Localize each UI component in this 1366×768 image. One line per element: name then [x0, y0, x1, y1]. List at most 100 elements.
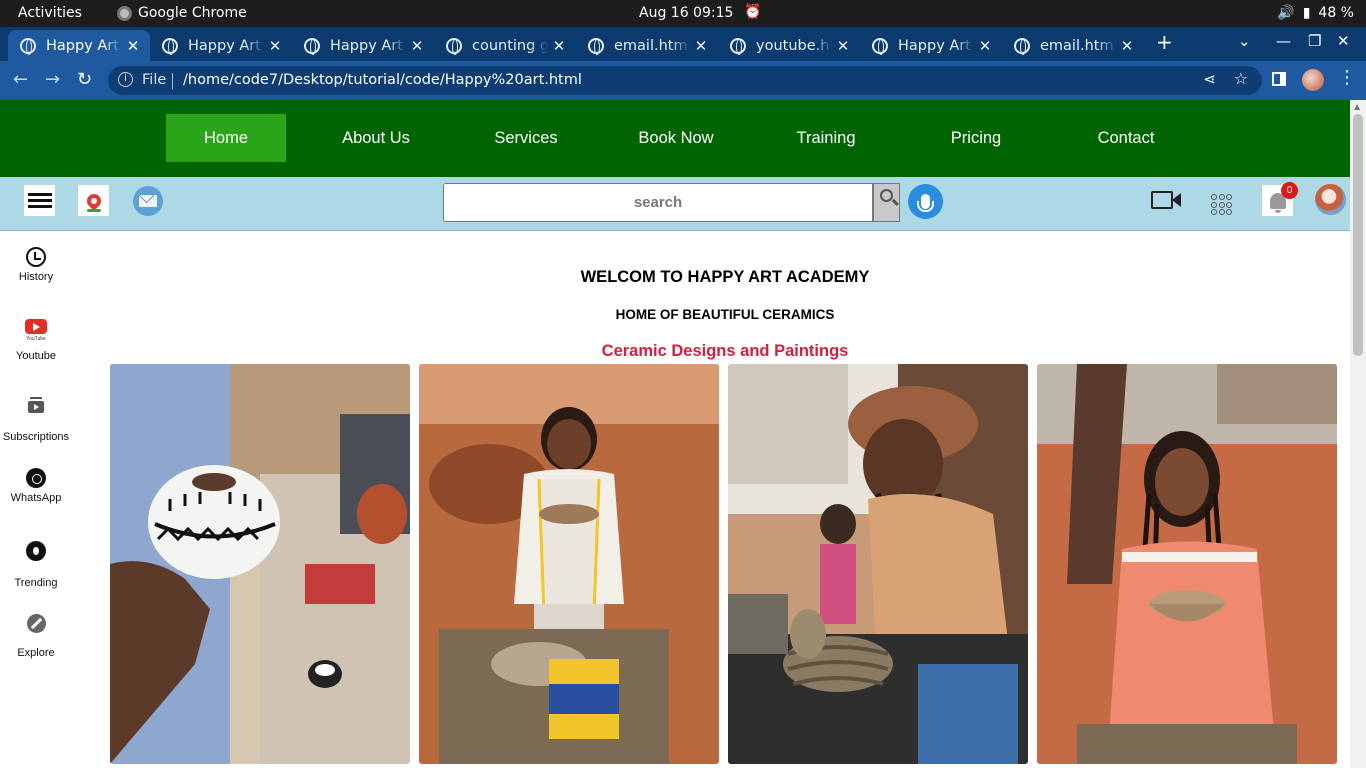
activities-button[interactable]: Activities [18, 5, 82, 21]
browser-tab[interactable]: Happy Art / ✕ [292, 30, 434, 61]
menu-kebab-icon[interactable]: ⋮ [1338, 67, 1356, 88]
browser-tab[interactable]: Happy Art / ✕ [150, 30, 292, 61]
left-sidebar: History YouTube Youtube Subscriptions Wh… [0, 231, 72, 768]
history-icon [26, 247, 46, 267]
minimize-icon[interactable]: — [1276, 32, 1291, 50]
new-tab-button[interactable]: + [1156, 30, 1173, 54]
bookmark-star-icon[interactable]: ☆ [1234, 69, 1248, 88]
sidebar-item-trending[interactable]: Trending [0, 541, 72, 589]
close-icon[interactable]: ✕ [548, 37, 570, 55]
url-text[interactable]: /home/code7/Desktop/tutorial/code/Happy%… [183, 72, 582, 88]
tab-title: Happy Art / [188, 37, 264, 54]
location-pin-icon[interactable] [78, 185, 109, 216]
address-toolbar: ← → ↻ i File /home/code7/Desktop/tutoria… [0, 61, 1366, 100]
scheme-label: File [142, 72, 167, 88]
sidebar-item-explore[interactable]: Explore [0, 614, 72, 659]
tab-title: Happy Art / [898, 37, 974, 54]
browser-tab[interactable]: counting g ✕ [434, 30, 576, 61]
web-page: Home About Us Services Book Now Training… [0, 100, 1350, 768]
reload-icon[interactable]: ↻ [77, 69, 92, 90]
scroll-up-icon[interactable]: ▲ [1354, 102, 1360, 111]
apps-grid-icon[interactable] [1211, 194, 1232, 215]
sidebar-item-subscriptions[interactable]: Subscriptions [0, 397, 72, 443]
app-menu[interactable]: Google Chrome [117, 5, 247, 21]
maximize-icon[interactable]: ❐ [1308, 32, 1321, 50]
microphone-icon [917, 194, 934, 212]
clock[interactable]: Aug 16 09:15 [639, 5, 733, 21]
hamburger-menu-icon[interactable] [24, 185, 55, 216]
mail-icon[interactable] [132, 185, 163, 216]
voice-search-button[interactable] [908, 184, 943, 219]
video-camera-icon[interactable] [1151, 191, 1173, 209]
alarm-icon: ⏰ [744, 4, 762, 20]
battery-percent: 48 % [1318, 5, 1354, 21]
subscriptions-icon [28, 397, 44, 413]
nav-home[interactable]: Home [166, 114, 286, 162]
browser-tab[interactable]: email.html ✕ [576, 30, 718, 61]
close-window-icon[interactable]: ✕ [1337, 32, 1350, 50]
address-bar[interactable]: i File /home/code7/Desktop/tutorial/code… [108, 66, 1262, 95]
tab-title: Happy Art / [330, 37, 406, 54]
close-icon[interactable]: ✕ [832, 37, 854, 55]
sidebar-item-label: Explore [17, 647, 55, 659]
close-icon[interactable]: ✕ [264, 37, 286, 55]
close-icon[interactable]: ✕ [122, 37, 144, 55]
nav-pricing[interactable]: Pricing [916, 114, 1036, 162]
forward-icon[interactable]: → [45, 69, 60, 90]
chrome-icon [117, 5, 132, 21]
sidebar-item-label: History [18, 271, 54, 283]
explore-icon [26, 614, 46, 633]
section-title: Ceramic Designs and Paintings [601, 342, 849, 360]
page-scrollbar[interactable]: ▲ [1350, 100, 1366, 768]
globe-icon [588, 37, 604, 55]
close-icon[interactable]: ✕ [406, 37, 428, 55]
search-button[interactable] [873, 183, 900, 222]
user-avatar[interactable] [1315, 184, 1346, 215]
nav-services[interactable]: Services [466, 114, 586, 162]
close-icon[interactable]: ✕ [690, 37, 712, 55]
nav-training[interactable]: Training [766, 114, 886, 162]
tab-title: email.html [614, 37, 690, 54]
profile-avatar[interactable] [1302, 69, 1324, 91]
tab-title: Happy Art / [46, 37, 122, 54]
system-tray[interactable]: 🔊 ▮ 48 % [1277, 5, 1354, 21]
main-content: WELCOM TO HAPPY ART ACADEMY HOME OF BEAU… [72, 231, 1350, 768]
nav-book-now[interactable]: Book Now [616, 114, 736, 162]
sidebar-item-history[interactable]: History [0, 247, 72, 283]
sidebar-item-whatsapp[interactable]: WhatsApp [0, 468, 72, 504]
globe-icon [20, 37, 36, 55]
sidebar-item-youtube[interactable]: YouTube Youtube [0, 319, 72, 362]
globe-icon [162, 37, 178, 55]
nav-contact[interactable]: Contact [1066, 114, 1186, 162]
sidebar-item-label: WhatsApp [10, 492, 62, 504]
browser-tab[interactable]: youtube.ht ✕ [718, 30, 860, 61]
battery-icon: ▮ [1302, 5, 1311, 21]
back-icon[interactable]: ← [13, 69, 28, 90]
scrollbar-thumb[interactable] [1353, 114, 1363, 356]
browser-tab[interactable]: Happy Art / ✕ [860, 30, 1002, 61]
close-icon[interactable]: ✕ [974, 37, 996, 55]
search-input[interactable]: search [443, 183, 873, 222]
sidebar-item-label: Trending [14, 577, 58, 589]
smiling-girl-with-bowl-photo [1037, 364, 1337, 764]
tab-search-icon[interactable]: ⌄ [1238, 32, 1251, 50]
sidebar-item-label: Youtube [16, 350, 56, 362]
info-icon[interactable]: i [118, 72, 133, 87]
notification-badge: 0 [1281, 182, 1298, 199]
share-icon[interactable]: ⋖ [1203, 70, 1216, 88]
globe-icon [872, 37, 888, 55]
whatsapp-icon [26, 468, 46, 488]
volume-icon: 🔊 [1277, 5, 1295, 21]
search-icon [880, 189, 893, 202]
system-top-bar: Activities Google Chrome Aug 16 09:15 ⏰ … [0, 0, 1366, 27]
nav-about-us[interactable]: About Us [316, 114, 436, 162]
welcome-heading: WELCOM TO HAPPY ART ACADEMY [580, 268, 870, 286]
browser-tab[interactable]: Happy Art / ✕ [8, 30, 150, 61]
youtube-wordmark: YouTube [26, 336, 46, 342]
browser-tab[interactable]: email.html ✕ [1002, 30, 1144, 61]
video-camera-lens [1172, 193, 1181, 207]
subheading: HOME OF BEAUTIFUL CERAMICS [615, 307, 835, 322]
close-icon[interactable]: ✕ [1116, 37, 1138, 55]
side-panel-icon[interactable] [1272, 72, 1286, 86]
globe-icon [1014, 37, 1030, 55]
